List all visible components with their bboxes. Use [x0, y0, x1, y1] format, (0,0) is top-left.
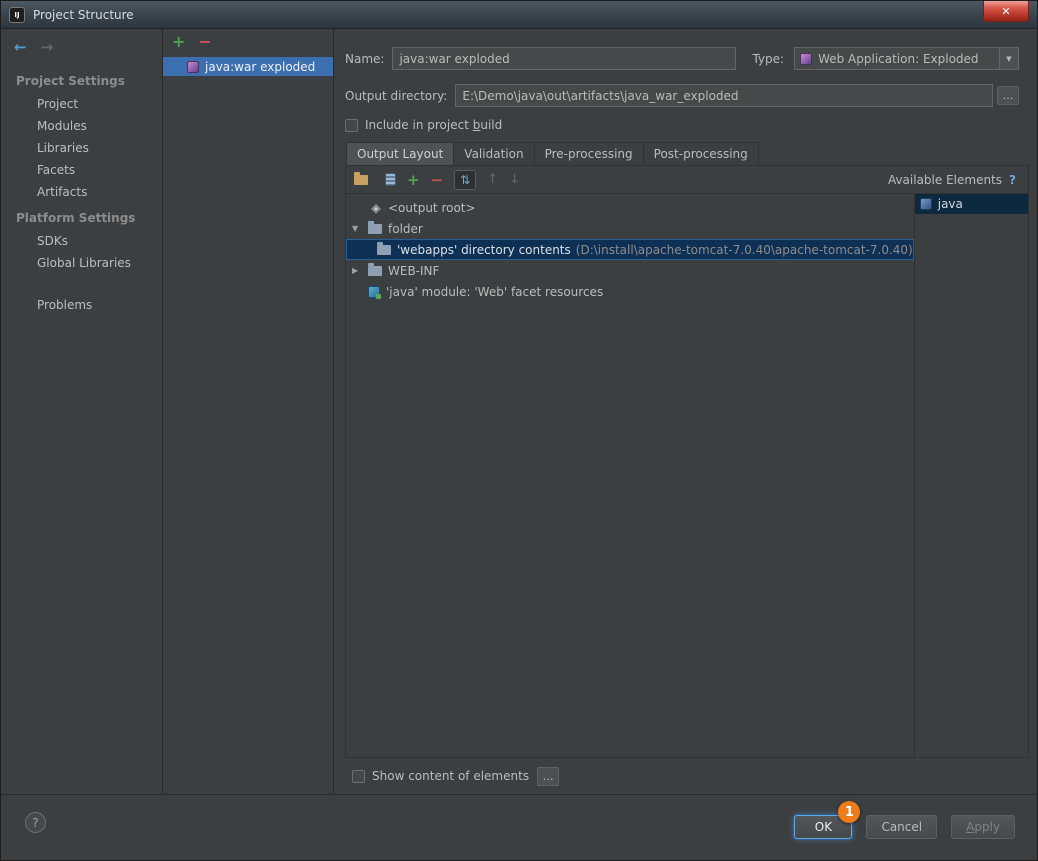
include-in-project-build-label: Include in project build — [365, 118, 503, 132]
artifact-editor: Name: Type: Web Application: Exploded ▼ … — [334, 29, 1037, 794]
close-button[interactable]: ✕ — [983, 1, 1029, 22]
tree-row-java-facet-resources[interactable]: 'java' module: 'Web' facet resources — [346, 281, 914, 302]
remove-artifact-button[interactable]: − — [198, 34, 211, 50]
tree-row-folder[interactable]: ▼ folder — [346, 218, 914, 239]
intellij-logo-icon: IJ — [9, 6, 25, 23]
tree-row-output-root[interactable]: ◈ <output root> — [346, 197, 914, 218]
titlebar[interactable]: IJ Project Structure ✕ — [1, 1, 1037, 29]
collapse-arrow-icon[interactable]: ▶ — [352, 266, 368, 275]
folder-icon — [368, 262, 382, 276]
artifact-list-item-selected[interactable]: java:war exploded — [163, 57, 333, 76]
show-content-checkbox[interactable] — [352, 769, 365, 783]
artifact-type-dropdown[interactable]: Web Application: Exploded ▼ — [794, 47, 1019, 70]
output-root-icon: ◈ — [371, 200, 381, 215]
section-header-project-settings: Project Settings — [16, 74, 125, 88]
move-down-icon: ↓ — [509, 172, 520, 187]
back-button[interactable]: ← — [14, 38, 27, 56]
available-elements-header: Available Elements ? — [888, 173, 1020, 187]
help-button[interactable]: ? — [25, 812, 46, 833]
sidebar-item-project[interactable]: Project — [1, 93, 162, 115]
expand-arrow-icon[interactable]: ▼ — [352, 224, 368, 233]
folder-icon — [368, 220, 382, 234]
output-dir-browse-button[interactable]: … — [997, 86, 1019, 105]
move-down-button[interactable]: ↓ — [509, 172, 520, 187]
tree-row-label: folder — [388, 221, 423, 236]
chevron-down-icon[interactable]: ▼ — [999, 48, 1018, 69]
project-structure-dialog: IJ Project Structure ✕ ← → Project Setti… — [0, 0, 1038, 861]
move-up-button[interactable]: ↑ — [487, 172, 498, 187]
type-label: Type: — [752, 51, 785, 66]
remove-icon: − — [430, 170, 444, 189]
sidebar-item-artifacts[interactable]: Artifacts — [1, 181, 162, 203]
window-title: Project Structure — [33, 7, 134, 22]
new-archive-button[interactable] — [385, 173, 396, 186]
cancel-button[interactable]: Cancel — [866, 815, 938, 839]
output-layout-panel: + − ⇅ ↑ ↓ Available Elements ? ◈ <output… — [345, 166, 1029, 758]
tree-row-label: WEB-INF — [388, 263, 440, 278]
section-header-platform-settings: Platform Settings — [16, 211, 136, 225]
tree-row-label: <output root> — [388, 200, 476, 215]
artifact-name-input[interactable] — [392, 47, 737, 70]
add-element-button[interactable]: + — [407, 171, 420, 189]
new-folder-button[interactable] — [354, 171, 374, 185]
artifacts-list-panel: + − java:war exploded — [163, 29, 334, 794]
artifact-type-icon — [800, 52, 813, 65]
tree-row-path: (D:\install\apache-tomcat-7.0.40\apache-… — [575, 242, 913, 257]
sort-icon: ⇅ — [460, 172, 471, 187]
folder-icon — [377, 241, 391, 255]
available-elements-label: Available Elements — [887, 172, 1003, 187]
history-nav: ← → — [1, 29, 162, 66]
output-directory-label: Output directory: — [345, 88, 448, 103]
forward-button[interactable]: → — [41, 38, 54, 56]
apply-button[interactable]: Apply — [951, 815, 1015, 839]
sidebar-item-sdks[interactable]: SDKs — [1, 230, 162, 252]
artifacts-list-toolbar: + − — [163, 29, 333, 57]
artifact-list-item-label: java:war exploded — [205, 59, 316, 74]
sidebar-item-global-libraries[interactable]: Global Libraries — [1, 252, 162, 274]
tree-row-label: 'webapps' directory contents — [397, 242, 571, 257]
name-label: Name: — [345, 51, 385, 66]
artifact-type-value: Web Application: Exploded — [818, 51, 979, 66]
sort-elements-button[interactable]: ⇅ — [454, 169, 477, 190]
remove-element-button[interactable]: − — [431, 171, 444, 189]
output-layout-tree: ◈ <output root> ▼ folder 'webapps' direc… — [346, 194, 914, 757]
include-in-project-build-checkbox[interactable] — [345, 118, 358, 132]
annotation-badge-1: 1 — [838, 801, 861, 823]
show-content-label: Show content of elements — [372, 769, 530, 783]
add-artifact-button[interactable]: + — [172, 34, 185, 50]
move-up-icon: ↑ — [487, 172, 499, 187]
sidebar-item-problems[interactable]: Problems — [1, 294, 162, 316]
help-icon[interactable]: ? — [1009, 173, 1016, 187]
tree-row-label: 'java' module: 'Web' facet resources — [386, 284, 604, 299]
sidebar-item-facets[interactable]: Facets — [1, 159, 162, 181]
add-icon: + — [407, 170, 420, 189]
sidebar-item-modules[interactable]: Modules — [1, 115, 162, 137]
archive-icon — [385, 173, 396, 186]
available-element-label: java — [937, 197, 963, 211]
tree-row-web-inf[interactable]: ▶ WEB-INF — [346, 260, 914, 281]
dialog-footer: ? OK 1 Cancel Apply — [1, 794, 1037, 860]
artifact-tabs: Output Layout Validation Pre-processing … — [346, 142, 1029, 166]
layout-toolbar: + − ⇅ ↑ ↓ Available Elements ? — [346, 166, 1028, 194]
sidebar-item-libraries[interactable]: Libraries — [1, 137, 162, 159]
java-module-icon — [919, 198, 932, 210]
new-folder-icon — [354, 171, 368, 185]
available-element-java[interactable]: java — [914, 194, 1028, 214]
tab-post-processing[interactable]: Post-processing — [642, 142, 759, 165]
output-directory-input[interactable] — [455, 84, 993, 107]
settings-sidebar: ← → Project Settings Project Modules Lib… — [1, 29, 163, 794]
web-facet-icon — [368, 285, 381, 299]
tab-output-layout[interactable]: Output Layout — [346, 142, 455, 165]
tab-validation[interactable]: Validation — [453, 142, 535, 165]
elements-browse-button[interactable]: … — [537, 766, 560, 786]
tree-row-webapps-selected[interactable]: 'webapps' directory contents (D:\install… — [346, 239, 914, 260]
available-elements-panel: java — [913, 194, 1028, 757]
tab-pre-processing[interactable]: Pre-processing — [533, 142, 644, 165]
artifact-icon — [187, 60, 199, 73]
